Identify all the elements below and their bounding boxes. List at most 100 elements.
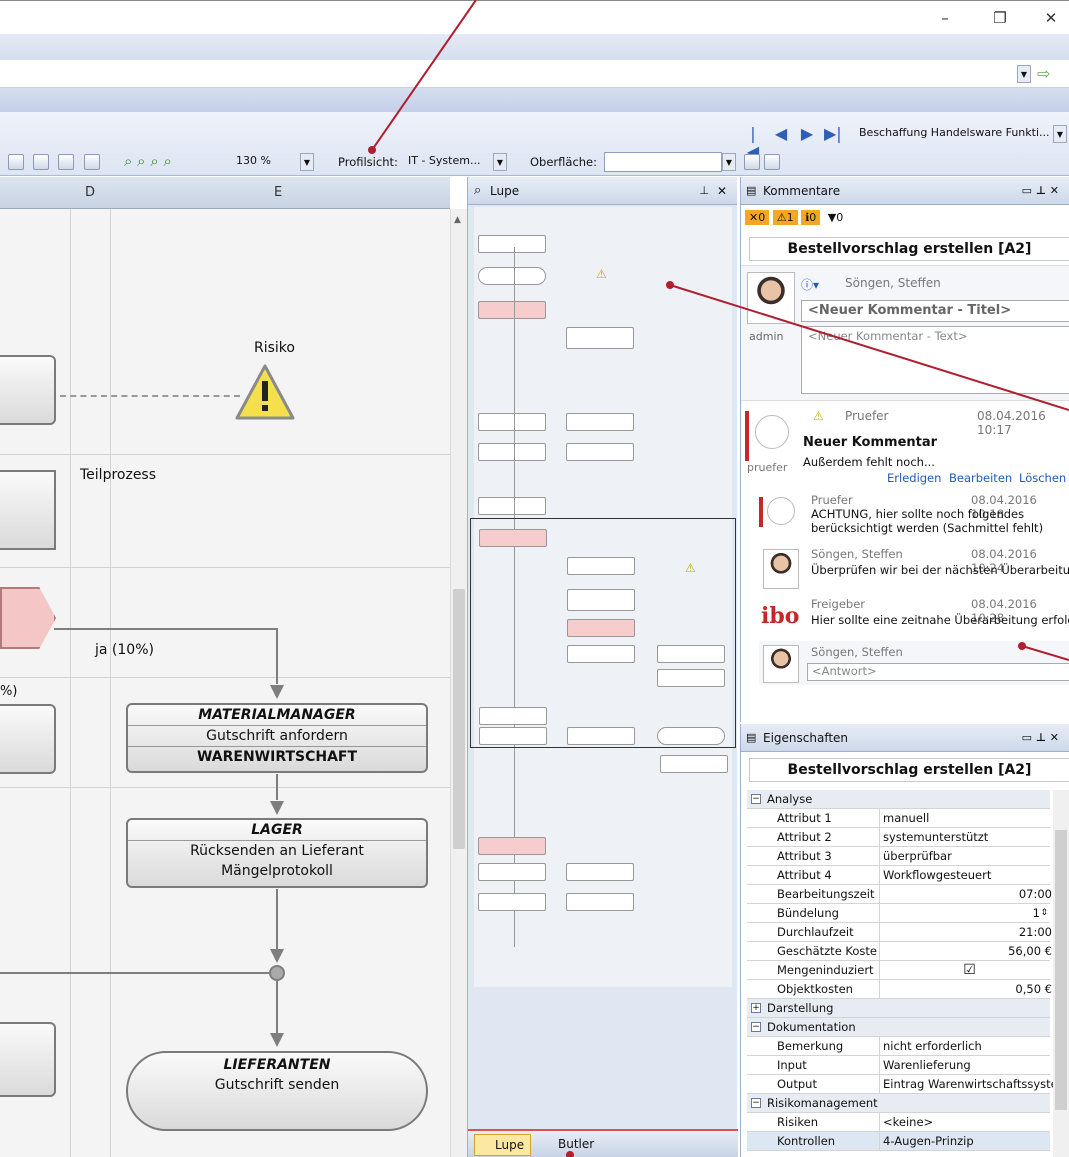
kommentare-panel: ▤ Kommentare ▭ ⊥ ✕ ✕0 ⚠1 ℹ0 ▼0 Bestellvo… <box>740 177 1069 722</box>
reply-form: Söngen, Steffen <Antwort> <box>759 641 1069 685</box>
lupe-overview[interactable]: ⚠ ⚠ <box>470 207 736 987</box>
profil-dropdown[interactable]: ▼ <box>493 153 507 171</box>
tool-icon-2[interactable] <box>33 154 49 170</box>
thread-title: Neuer Kommentar <box>803 435 938 450</box>
close-button[interactable]: ✕ <box>1036 7 1066 29</box>
property-value[interactable]: Eintrag Warenwirtschaftssystem <box>879 1075 1056 1093</box>
property-value[interactable]: überprüfbar <box>879 847 1056 865</box>
erledigen-link[interactable]: Erledigen <box>887 471 941 485</box>
profil-select[interactable]: IT - System... <box>404 152 492 172</box>
error-count[interactable]: ✕0 <box>745 210 770 225</box>
box-action: Gutschrift senden <box>214 1077 340 1093</box>
comment-icon: ▤ <box>746 184 757 197</box>
column-header: D E <box>0 177 450 209</box>
comment-title-input[interactable]: <Neuer Kommentar - Titel> <box>801 300 1069 322</box>
panel-controls-icon[interactable]: ▭ ⊥ ✕ <box>1022 177 1059 205</box>
layout-icon[interactable] <box>744 154 760 170</box>
scroll-thumb[interactable] <box>453 589 465 849</box>
mini-warning-icon: ⚠ <box>596 267 607 281</box>
box-document: Mängelprotokoll <box>221 863 333 879</box>
kommentare-header: ▤ Kommentare ▭ ⊥ ✕ <box>741 177 1069 205</box>
property-value[interactable]: Warenlieferung <box>879 1056 1056 1074</box>
decision-shape[interactable] <box>0 587 56 649</box>
property-value[interactable]: 4-Augen-Prinzip <box>879 1132 1056 1150</box>
section-risikomanagement[interactable]: − Risikomanagement <box>747 1094 1050 1113</box>
restore-button[interactable]: ❐ <box>985 7 1015 29</box>
property-value[interactable]: nicht erforderlich <box>879 1037 1056 1055</box>
oberflaeche-dropdown[interactable]: ▼ <box>722 153 736 171</box>
section-analyse[interactable]: − Analyse <box>747 790 1050 809</box>
minimize-button[interactable]: – <box>930 7 960 29</box>
property-value[interactable]: <keine> <box>879 1113 1056 1131</box>
zoom-icons[interactable]: ⌕ ⌕ ⌕ ⌕ <box>124 152 172 170</box>
kommentare-object-title: Bestellvorschlag erstellen [A2] <box>749 237 1069 261</box>
comment-text-input[interactable]: <Neuer Kommentar - Text> <box>801 326 1069 394</box>
warning-icon[interactable] <box>234 363 296 421</box>
section-dokumentation[interactable]: − Dokumentation <box>747 1018 1050 1037</box>
diagram-scrollbar[interactable]: ▲ <box>450 209 467 1157</box>
kommentare-title: Kommentare <box>763 184 841 198</box>
process-box-materialmanager[interactable]: MATERIALMANAGER Gutschrift anfordern WAR… <box>126 703 428 773</box>
oberflaeche-select[interactable] <box>604 152 722 172</box>
tool-icon-4[interactable] <box>84 154 100 170</box>
event-box-lieferanten[interactable]: LIEFERANTEN Gutschrift senden <box>126 1051 428 1131</box>
process-dropdown[interactable]: ▼ <box>1053 125 1067 143</box>
property-value[interactable]: 07:00 <box>879 885 1056 903</box>
warning-count[interactable]: ⚠1 <box>772 210 798 225</box>
tab-lupe[interactable]: Lupe <box>474 1134 532 1156</box>
profil-label: Profilsicht: <box>338 155 398 169</box>
process-select[interactable]: Beschaffung Handelsware Funkti... <box>855 124 1053 144</box>
diagram-canvas[interactable]: %) Risiko Teilprozess ja (10%) MATERIALM… <box>0 177 450 1157</box>
new-comment-author: Söngen, Steffen <box>845 276 941 290</box>
loeschen-link[interactable]: Löschen <box>1019 471 1066 485</box>
process-box-partial-3[interactable] <box>0 1022 56 1097</box>
property-value[interactable]: Workflowgesteuert <box>879 866 1056 884</box>
info-count[interactable]: ℹ0 <box>801 210 821 225</box>
tab-butler[interactable]: Butler <box>540 1137 594 1151</box>
close-icon[interactable]: ✕ <box>717 177 727 205</box>
process-box-partial-2[interactable] <box>0 704 56 774</box>
info-type-icon[interactable]: ⓘ▾ <box>801 276 819 293</box>
reply-input[interactable]: <Antwort> <box>807 663 1069 681</box>
address-dropdown[interactable]: ▼ <box>1017 65 1031 83</box>
next-icon[interactable]: ▶ <box>800 125 814 143</box>
first-icon[interactable]: |◀ <box>746 125 760 161</box>
property-stepper[interactable]: 1 <box>879 904 1056 922</box>
eigenschaften-title: Eigenschaften <box>763 731 849 745</box>
merge-node <box>269 965 285 981</box>
lupe-viewport[interactable]: ⚠ <box>470 518 736 748</box>
subprocess-box-partial[interactable] <box>0 470 56 550</box>
property-value[interactable]: manuell <box>879 809 1056 827</box>
property-value[interactable]: 21:00 <box>879 923 1056 941</box>
property-scrollbar[interactable] <box>1053 790 1069 1157</box>
magnifier-icon: ⌕ <box>474 183 482 198</box>
people-icon[interactable] <box>764 154 780 170</box>
group-avatar <box>767 497 795 525</box>
tool-icon-3[interactable] <box>58 154 74 170</box>
zoom-select[interactable]: 130 % <box>232 152 298 172</box>
section-darstellung[interactable]: + Darstellung <box>747 999 1050 1018</box>
process-box-partial-1[interactable] <box>0 355 56 425</box>
window-titlebar: – ❐ ✕ <box>0 0 1069 34</box>
pin-icon[interactable]: ⊥ <box>699 177 709 205</box>
process-box-lager[interactable]: LAGER Rücksenden an Lieferant Mängelprot… <box>126 818 428 888</box>
new-comment-area: admin ⓘ▾ Söngen, Steffen <Neuer Kommenta… <box>741 265 1069 401</box>
stepper-icon[interactable]: ⇕ <box>1040 904 1048 922</box>
thread-date: 08.04.2016 10:17 <box>977 409 1046 437</box>
tool-icon-1[interactable] <box>8 154 24 170</box>
go-arrow-icon[interactable]: ⇨ <box>1037 64 1050 83</box>
prev-icon[interactable]: ◀ <box>774 125 788 143</box>
zoom-dropdown[interactable]: ▼ <box>300 153 314 171</box>
property-value[interactable]: 0,50 € <box>879 980 1056 998</box>
filter-count[interactable]: ▼0 <box>824 210 847 225</box>
property-checkbox[interactable]: ☑ <box>879 961 1056 979</box>
panel-controls-icon[interactable]: ▭ ⊥ ✕ <box>1022 724 1059 752</box>
reply-item: Pruefer 08.04.2016 10:18 ACHTUNG, hier s… <box>759 491 1069 539</box>
scroll-thumb[interactable] <box>1055 830 1067 1110</box>
reply-author: Söngen, Steffen <box>811 547 903 561</box>
bearbeiten-link[interactable]: Bearbeiten <box>949 471 1012 485</box>
property-value[interactable]: 56,00 € <box>879 942 1056 960</box>
property-value[interactable]: systemunterstützt <box>879 828 1056 846</box>
menu-band <box>0 34 1069 60</box>
last-icon[interactable]: ▶| <box>824 125 842 143</box>
